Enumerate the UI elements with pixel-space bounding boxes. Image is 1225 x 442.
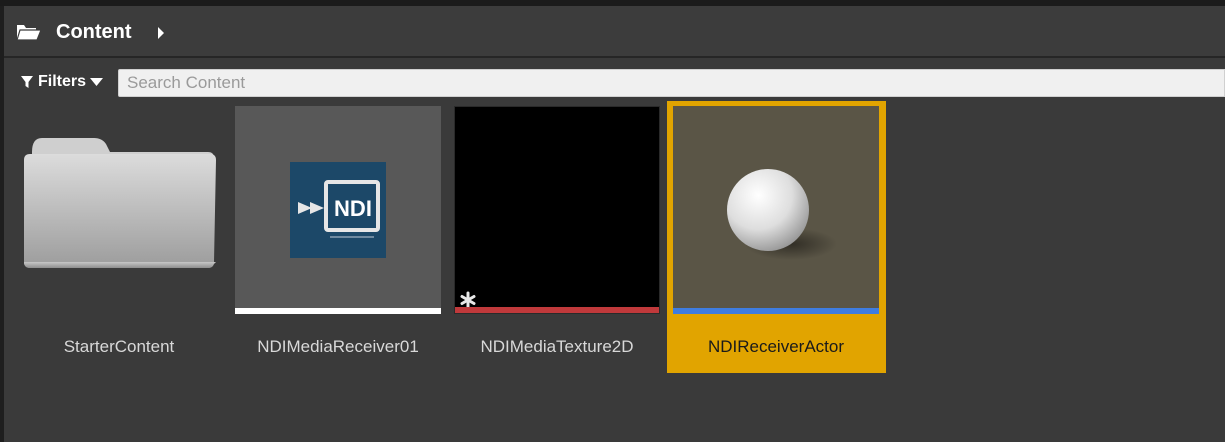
folder-open-icon[interactable] bbox=[16, 22, 42, 47]
asset-tile-ndimediatexture2d[interactable]: NDIMediaTexture2D bbox=[454, 104, 660, 366]
asset-type-bar bbox=[235, 308, 441, 314]
asset-type-bar bbox=[673, 308, 879, 314]
filters-button[interactable]: Filters bbox=[20, 69, 104, 95]
asset-thumbnail bbox=[673, 106, 879, 314]
content-toolbar: Filters bbox=[4, 58, 1225, 104]
filters-label: Filters bbox=[38, 73, 87, 90]
asset-tile-ndireceiveractor[interactable]: NDIReceiverActor bbox=[673, 104, 879, 366]
folder-icon bbox=[24, 138, 216, 268]
asset-thumbnail: NDI bbox=[235, 106, 441, 314]
ndi-logo-icon: NDI bbox=[290, 162, 386, 258]
asset-type-bar bbox=[455, 307, 659, 313]
content-browser-header: Content bbox=[4, 6, 1225, 58]
search-content-input[interactable] bbox=[118, 69, 1225, 97]
ndi-logo-text: NDI bbox=[334, 196, 372, 221]
asset-thumbnail bbox=[454, 106, 660, 314]
chevron-right-icon[interactable] bbox=[156, 26, 166, 45]
filter-icon bbox=[21, 76, 33, 88]
asset-tile-ndimediareceiver01[interactable]: NDI NDIMediaReceiver01 bbox=[235, 104, 441, 366]
asset-label: NDIMediaReceiver01 bbox=[257, 337, 419, 356]
breadcrumb-content[interactable]: Content bbox=[56, 20, 132, 44]
asset-label: StarterContent bbox=[63, 337, 175, 356]
sphere-preview-icon bbox=[727, 169, 837, 260]
dropdown-arrow-icon bbox=[90, 78, 104, 86]
asset-label: NDIReceiverActor bbox=[707, 337, 845, 356]
asset-tile-startercontent[interactable]: StarterContent bbox=[14, 104, 224, 366]
asset-label: NDIMediaTexture2D bbox=[480, 337, 634, 356]
